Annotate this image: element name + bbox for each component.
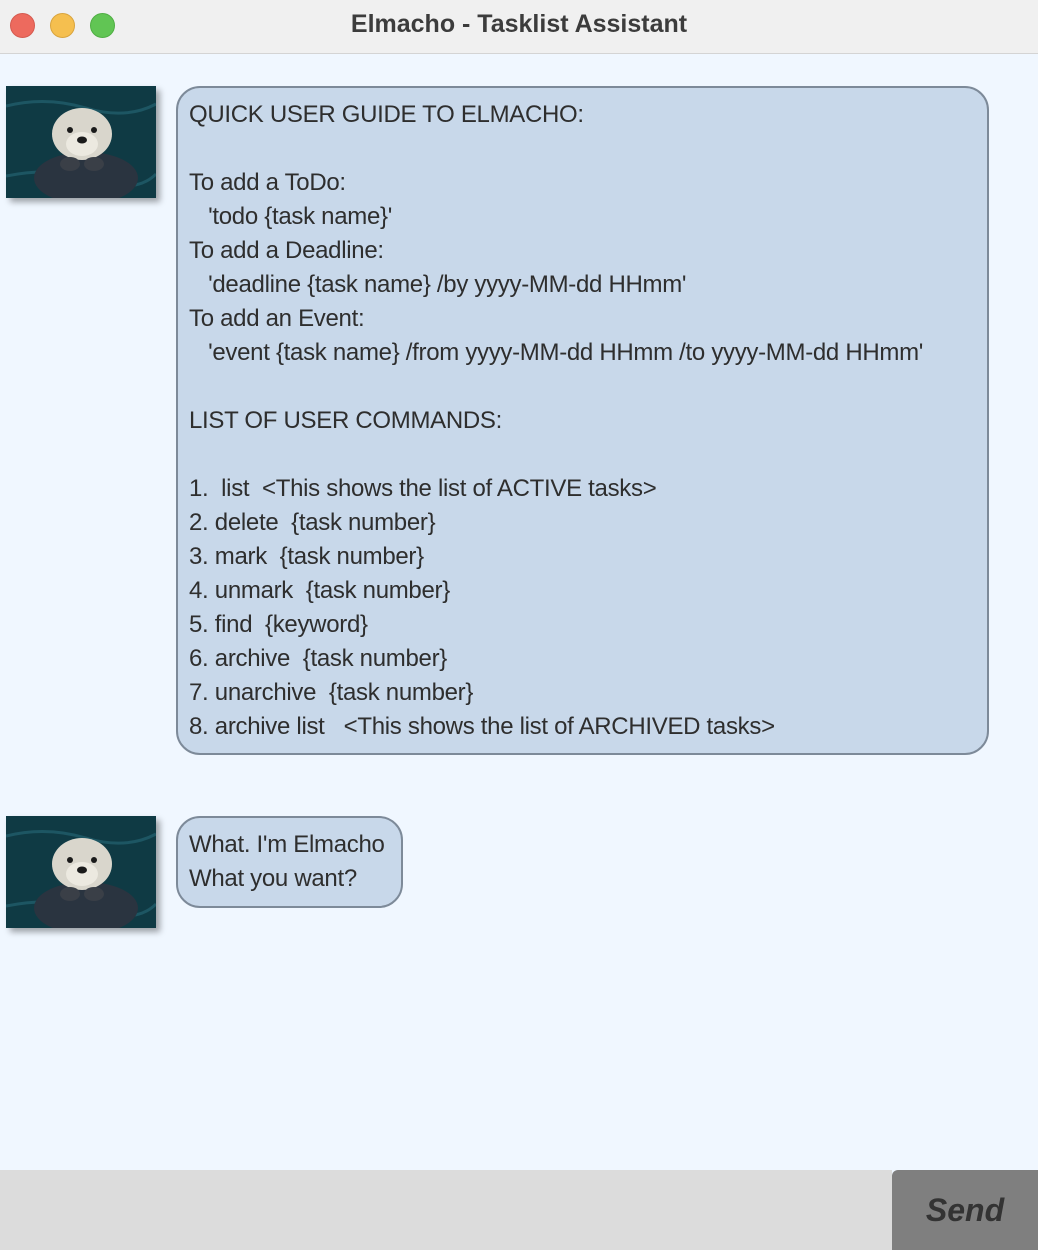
- message-line: 1. list <This shows the list of ACTIVE t…: [189, 475, 657, 502]
- title-bar: Elmacho - Tasklist Assistant: [0, 0, 1038, 54]
- otter-avatar-image: [6, 816, 156, 928]
- bot-avatar: [6, 86, 156, 198]
- message-line: 'event {task name} /from yyyy-MM-dd HHmm…: [189, 339, 924, 366]
- message-line: 8. archive list <This shows the list of …: [189, 713, 775, 740]
- otter-avatar-image: [6, 86, 156, 198]
- bot-message-bubble: QUICK USER GUIDE TO ELMACHO: To add a ToD…: [176, 86, 989, 755]
- message-text: What. I'm Elmacho What you want?: [189, 828, 390, 896]
- message-line: [189, 438, 976, 472]
- message-text: QUICK USER GUIDE TO ELMACHO: To add a ToD…: [189, 98, 976, 744]
- bot-message-bubble: What. I'm Elmacho What you want?: [176, 816, 403, 908]
- message-line: 5. find {keyword}: [189, 611, 368, 638]
- message-line: What. I'm Elmacho: [189, 831, 385, 858]
- message-input[interactable]: [0, 1170, 892, 1250]
- message-line: 2. delete {task number}: [189, 509, 436, 536]
- message-line: 7. unarchive {task number}: [189, 679, 474, 706]
- message-line: 3. mark {task number}: [189, 543, 424, 570]
- window-title: Elmacho - Tasklist Assistant: [350, 10, 688, 38]
- chat-area[interactable]: QUICK USER GUIDE TO ELMACHO: To add a ToD…: [0, 55, 1038, 1170]
- message-line: To add a ToDo:: [189, 169, 346, 196]
- message-line: 'todo {task name}': [189, 203, 392, 230]
- message-line: [189, 370, 976, 404]
- message-line: What you want?: [189, 865, 357, 892]
- message-line: To add an Event:: [189, 305, 365, 332]
- send-button[interactable]: Send: [892, 1170, 1038, 1250]
- message-line: 'deadline {task name} /by yyyy-MM-dd HHm…: [189, 271, 687, 298]
- message-line: 4. unmark {task number}: [189, 577, 450, 604]
- message-line: QUICK USER GUIDE TO ELMACHO:: [189, 101, 584, 128]
- message-line: [189, 132, 976, 166]
- message-line: LIST OF USER COMMANDS:: [189, 407, 502, 434]
- message-line: To add a Deadline:: [189, 237, 384, 264]
- message-line: 6. archive {task number}: [189, 645, 447, 672]
- bot-avatar: [6, 816, 156, 928]
